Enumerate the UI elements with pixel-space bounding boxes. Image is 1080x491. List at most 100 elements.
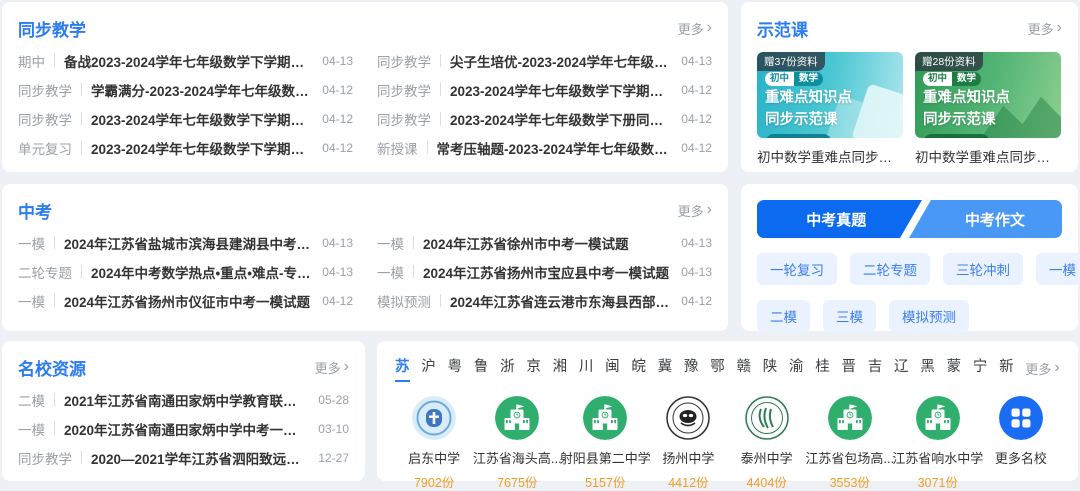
item-title: 2024年江苏省连云港市东海县西部四校... <box>450 294 672 310</box>
divider <box>54 294 55 307</box>
more-link-famous[interactable]: 更多 › <box>315 358 349 377</box>
province-liao[interactable]: 辽 <box>894 355 909 382</box>
school-haitou[interactable]: 江苏省海头高... 7675份 <box>473 396 562 491</box>
demo-card-caption: 初中数学重难点同步示范... <box>757 150 903 165</box>
item-category: 同步教学 <box>18 112 72 128</box>
province-min[interactable]: 闽 <box>605 355 620 382</box>
more-link-demo[interactable]: 更多 › <box>1028 19 1062 38</box>
school-qidong[interactable]: 启东中学 7902份 <box>395 396 473 491</box>
demo-card-volume2[interactable]: 赠28份资料 初中 数学 重难点知识点 同步示范课 七年级·下册 初中数学重难点… <box>915 52 1061 166</box>
section-title-famous: 名校资源 <box>18 359 86 379</box>
school-yangzhou[interactable]: 扬州中学 4412份 <box>649 396 727 491</box>
tag-round2-topics[interactable]: 二轮专题 <box>850 253 930 285</box>
divider <box>81 141 82 154</box>
province-jing[interactable]: 京 <box>526 355 541 382</box>
item-date: 12-27 <box>318 450 349 465</box>
tag-mock1[interactable]: 一模 <box>1036 253 1080 285</box>
school-taizhou[interactable]: 泰州中学 4404份 <box>728 396 806 491</box>
item-category: 一模 <box>377 265 404 281</box>
school-baochang[interactable]: 江苏省包场高... 3553份 <box>805 396 894 491</box>
gift-badge: 赠28份资料 <box>915 52 983 71</box>
tag-mock3[interactable]: 三模 <box>823 300 876 332</box>
list-item[interactable]: 新授课 常考压轴题-2023-2024学年七年级数学... 04-12 <box>377 133 712 162</box>
item-category: 一模 <box>18 422 45 438</box>
list-item[interactable]: 同步教学 2023-2024学年七年级数学下学期考试... 04-12 <box>18 104 353 133</box>
school-xiangshui[interactable]: 江苏省响水中学 3071份 <box>892 396 983 491</box>
list-item[interactable]: 二轮专题 2024年中考数学热点•重点•难点-专练... 04-13 <box>18 257 353 286</box>
item-title: 常考压轴题-2023-2024学年七年级数学... <box>436 141 672 157</box>
list-item[interactable]: 模拟预测 2024年江苏省连云港市东海县西部四校... 04-12 <box>377 286 712 315</box>
chevron-right-icon: › <box>1054 359 1060 376</box>
item-title: 2024年江苏省盐城市滨海县建湖县中考一模... <box>64 236 313 252</box>
tab-bar: 中考真题 中考作文 <box>757 200 1062 238</box>
list-item[interactable]: 一模 2020年江苏省南通田家炳中学中考一模试题 03-10 <box>18 414 349 443</box>
item-date: 04-12 <box>322 293 353 308</box>
list-item[interactable]: 同步教学 2023-2024学年七年级数学下册同步精... 04-12 <box>377 104 712 133</box>
province-jin[interactable]: 晋 <box>842 355 857 382</box>
province-ji[interactable]: 吉 <box>868 355 883 382</box>
tag-mock-forecast[interactable]: 模拟预测 <box>889 300 969 332</box>
grade-pill: 七年级·下册 <box>923 133 990 138</box>
province-meng[interactable]: 蒙 <box>947 355 962 382</box>
province-zhe[interactable]: 浙 <box>500 355 515 382</box>
province-ning[interactable]: 宁 <box>973 355 988 382</box>
province-xiang[interactable]: 湘 <box>553 355 568 382</box>
item-category: 期中 <box>18 54 45 70</box>
demo-card-cover: 赠28份资料 初中 数学 重难点知识点 同步示范课 七年级·下册 <box>915 52 1061 138</box>
item-category: 一模 <box>18 294 45 310</box>
grid-more-icon <box>998 396 1043 440</box>
province-wan[interactable]: 皖 <box>631 355 646 382</box>
item-category: 一模 <box>377 236 404 252</box>
tag-round1-review[interactable]: 一轮复习 <box>757 253 837 285</box>
province-gui[interactable]: 桂 <box>815 355 830 382</box>
province-yu[interactable]: 豫 <box>684 355 699 382</box>
demo-card-volume1[interactable]: 赠37份资料 初中 数学 重难点知识点 同步示范课 七年级·上册 初中数学重难点… <box>757 52 903 166</box>
province-gan[interactable]: 赣 <box>736 355 751 382</box>
province-yue[interactable]: 粤 <box>448 355 463 382</box>
panel-regions-schools: 苏 沪 粤 鲁 浙 京 湘 川 闽 皖 冀 豫 鄂 赣 陕 渝 桂 晋 吉 辽 … <box>377 341 1078 490</box>
tag-mock2[interactable]: 二模 <box>757 300 810 332</box>
level-subject-pill: 初中 数学 <box>923 72 982 86</box>
item-date: 04-13 <box>681 235 712 250</box>
province-ji2[interactable]: 冀 <box>658 355 673 382</box>
item-title: 2023-2024学年七年级数学下学期期中... <box>91 141 313 157</box>
school-sheyang-no2[interactable]: 射阳县第二中学 5157份 <box>560 396 651 491</box>
province-lu[interactable]: 鲁 <box>474 355 489 382</box>
item-date: 04-12 <box>322 140 353 155</box>
province-hei[interactable]: 黑 <box>920 355 935 382</box>
province-yu2[interactable]: 渝 <box>789 355 804 382</box>
list-item[interactable]: 一模 2024年江苏省扬州市宝应县中考一模试题 04-13 <box>377 257 712 286</box>
list-item[interactable]: 单元复习 2023-2024学年七年级数学下学期期中... 04-12 <box>18 133 353 162</box>
tab-zhongkao-zhenti[interactable]: 中考真题 <box>757 200 916 238</box>
list-item[interactable]: 期中 备战2023-2024学年七年级数学下学期期中... 04-13 <box>18 46 353 75</box>
sync-column-2: 同步教学 尖子生培优-2023-2024学年七年级数... 04-13 同步教学… <box>377 46 712 162</box>
more-link-zhongkao[interactable]: 更多 › <box>678 201 712 220</box>
province-xin[interactable]: 新 <box>999 355 1014 382</box>
more-link-provinces[interactable]: 更多 › <box>1025 359 1059 378</box>
tab-zhongkao-zuowen[interactable]: 中考作文 <box>928 200 1062 238</box>
list-item[interactable]: 一模 2024年江苏省徐州市中考一模试题 04-13 <box>377 228 712 257</box>
item-category: 同步教学 <box>377 112 431 128</box>
list-item[interactable]: 同步教学 尖子生培优-2023-2024学年七年级数... 04-13 <box>377 46 712 75</box>
province-shan[interactable]: 陕 <box>763 355 778 382</box>
more-schools-button[interactable]: 更多名校 <box>982 396 1060 491</box>
province-e[interactable]: 鄂 <box>710 355 725 382</box>
item-date: 04-12 <box>681 111 712 126</box>
list-item[interactable]: 同步教学 学霸满分-2023-2024学年七年级数学... 04-12 <box>18 75 353 104</box>
province-hu[interactable]: 沪 <box>421 355 436 382</box>
list-item[interactable]: 二模 2021年江苏省南通田家炳中学教育联合体中... 05-28 <box>18 385 349 414</box>
more-link-sync[interactable]: 更多 › <box>678 19 712 38</box>
list-item[interactable]: 同步教学 2023-2024学年七年级数学下学期期中... 04-12 <box>377 75 712 104</box>
zhongkao-column-2: 一模 2024年江苏省徐州市中考一模试题 04-13 一模 2024年江苏省扬州… <box>377 228 712 315</box>
province-chuan[interactable]: 川 <box>579 355 594 382</box>
item-date: 04-13 <box>322 264 353 279</box>
cover-line2: 同步示范课 <box>923 111 996 128</box>
list-item[interactable]: 一模 2024年江苏省扬州市仪征市中考一模试题 04-12 <box>18 286 353 315</box>
item-category: 同步教学 <box>377 83 431 99</box>
list-item[interactable]: 一模 2024年江苏省盐城市滨海县建湖县中考一模... 04-13 <box>18 228 353 257</box>
list-item[interactable]: 同步教学 2020—2021学年江苏省泗阳致远中学... 12-27 <box>18 443 349 472</box>
item-title: 2024年江苏省扬州市宝应县中考一模试题 <box>423 265 670 281</box>
province-su[interactable]: 苏 <box>395 355 410 382</box>
tag-round3-sprint[interactable]: 三轮冲刺 <box>943 253 1023 285</box>
divider <box>81 83 82 96</box>
